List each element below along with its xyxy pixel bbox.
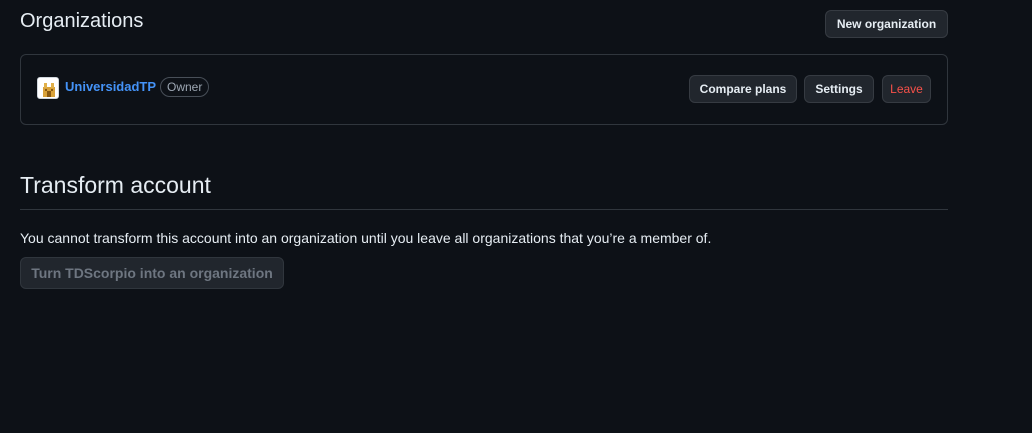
transform-account-heading: Transform account: [20, 172, 211, 198]
section-divider: [20, 209, 948, 210]
settings-button[interactable]: Settings: [804, 75, 874, 103]
organizations-heading: Organizations: [20, 10, 144, 32]
transform-description: You cannot transform this account into a…: [20, 230, 712, 246]
leave-button[interactable]: Leave: [882, 75, 931, 103]
page: Organizations New organization Universid…: [0, 0, 1032, 433]
transform-organization-button[interactable]: Turn TDScorpio into an organization: [20, 257, 284, 289]
role-badge: Owner: [160, 77, 210, 97]
university-building-icon[interactable]: [37, 77, 59, 99]
compare-plans-button[interactable]: Compare plans: [689, 75, 797, 103]
organization-list-item: UniversidadTP Owner Compare plans Settin…: [20, 54, 948, 125]
organization-name-link[interactable]: UniversidadTP: [65, 79, 156, 94]
new-organization-button[interactable]: New organization: [825, 10, 948, 38]
